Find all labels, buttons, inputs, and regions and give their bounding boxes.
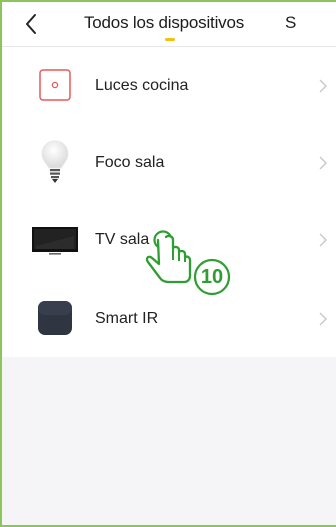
page-title[interactable]: Todos los dispositivos — [84, 13, 244, 33]
chevron-right-icon — [318, 79, 328, 93]
device-name: Smart IR — [95, 310, 159, 327]
device-name: TV sala — [95, 231, 150, 248]
navigation-header: Todos los dispositivos S — [2, 2, 336, 47]
bulb-icon — [32, 139, 78, 185]
list-item-foco-sala[interactable]: Foco sala — [2, 124, 336, 201]
chevron-right-icon — [318, 312, 328, 326]
ir-remote-icon — [32, 295, 78, 341]
active-tab-indicator — [165, 38, 175, 41]
chevron-right-icon — [318, 233, 328, 247]
tv-icon — [32, 216, 78, 262]
tab-next[interactable]: S — [285, 13, 297, 33]
device-name: Foco sala — [95, 154, 165, 171]
app-screen: Todos los dispositivos S Luces cocina Fo… — [0, 0, 336, 527]
list-item-smart-ir[interactable]: Smart IR — [2, 278, 336, 355]
chevron-right-icon — [318, 156, 328, 170]
chevron-left-icon — [26, 14, 36, 34]
device-name: Luces cocina — [95, 77, 189, 94]
list-item-tv-sala[interactable]: TV sala — [2, 201, 336, 278]
device-list: Luces cocina Foco sala TV sala Smart IR — [2, 47, 336, 357]
step-number-badge: 10 — [200, 266, 224, 288]
list-item-luces-cocina[interactable]: Luces cocina — [2, 47, 336, 124]
switch-icon — [32, 62, 78, 108]
back-button[interactable] — [20, 12, 44, 36]
